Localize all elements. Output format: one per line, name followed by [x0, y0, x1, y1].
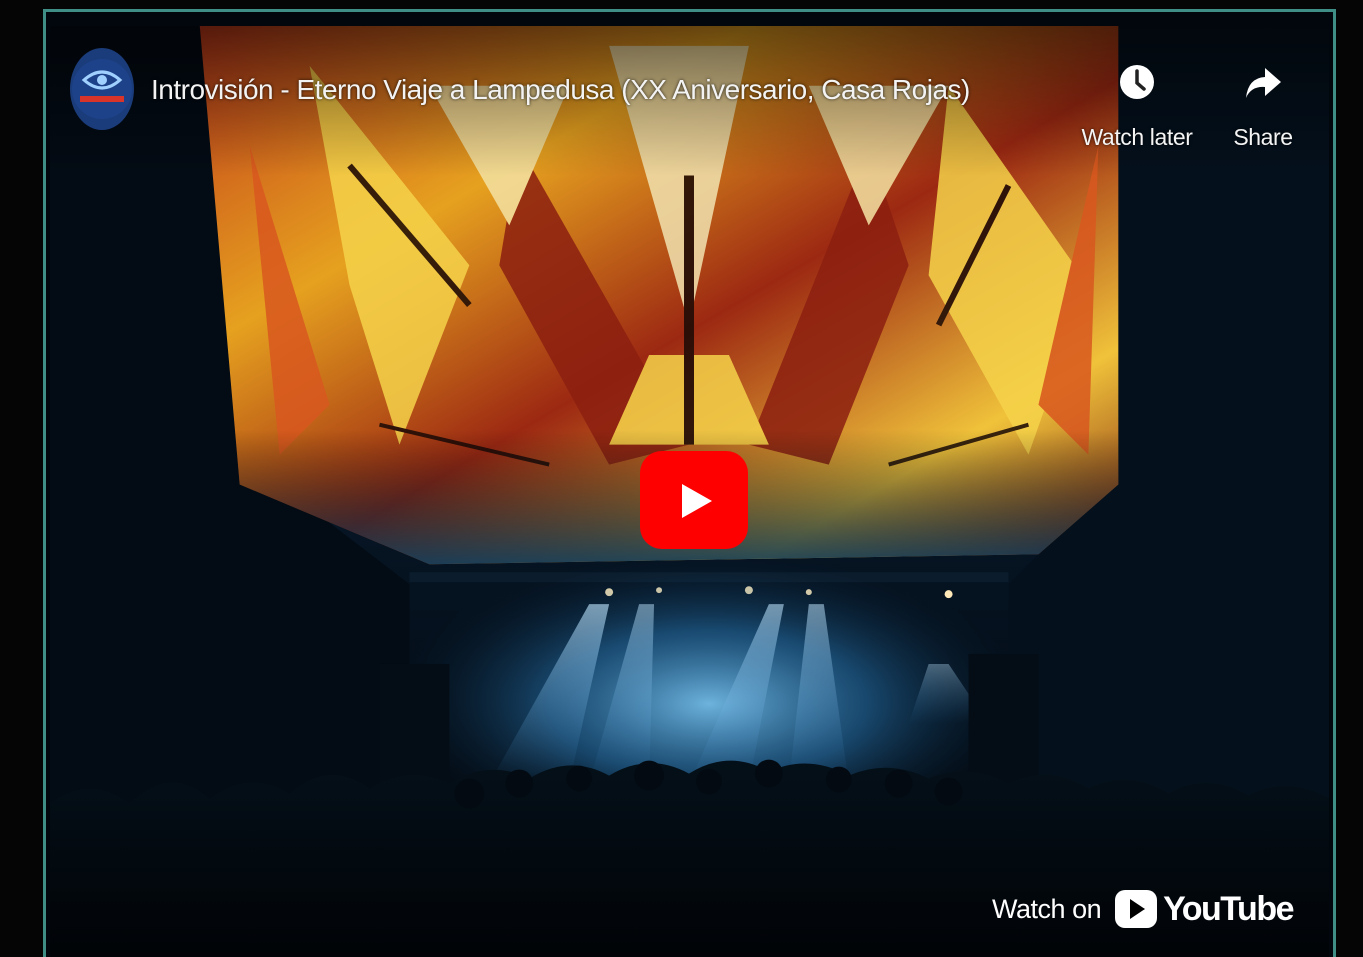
- watch-on-youtube-link[interactable]: Watch on YouTube: [992, 886, 1294, 932]
- share-arrow-icon: [1246, 68, 1281, 98]
- watch-later-label: Watch later: [1081, 124, 1193, 150]
- play-button[interactable]: [640, 451, 748, 549]
- share-label: Share: [1233, 124, 1293, 150]
- youtube-wordmark: YouTube: [1163, 889, 1294, 928]
- eye-logo-icon: [72, 59, 132, 119]
- share-button[interactable]: Share: [1198, 62, 1328, 151]
- watch-on-label: Watch on: [992, 893, 1102, 924]
- watch-later-button[interactable]: Watch later: [1072, 62, 1202, 151]
- channel-avatar[interactable]: [70, 48, 134, 130]
- video-player[interactable]: Introvisión - Eterno Viaje a Lampedusa (…: [50, 26, 1329, 957]
- play-icon: [682, 484, 712, 518]
- youtube-logo-icon: [1115, 890, 1158, 928]
- video-title[interactable]: Introvisión - Eterno Viaje a Lampedusa (…: [151, 74, 970, 106]
- embed-frame: Introvisión - Eterno Viaje a Lampedusa (…: [43, 9, 1336, 957]
- clock-icon: [1120, 65, 1154, 99]
